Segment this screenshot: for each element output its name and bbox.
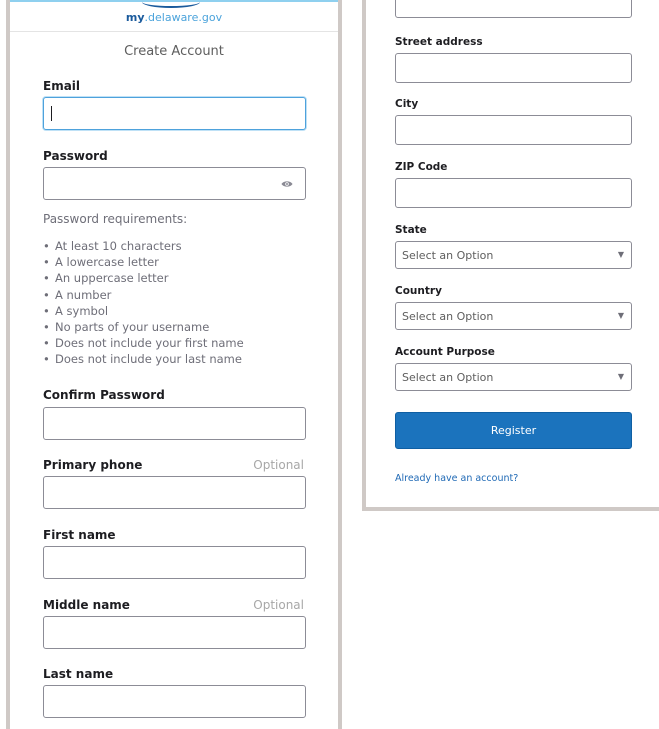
brand-logo-part2: .delaware.gov [144,11,223,24]
requirement-item: No parts of your username [43,319,244,335]
first-name-field[interactable] [43,546,306,579]
password-field[interactable] [43,167,306,200]
primary-phone-label: Primary phone [43,458,143,472]
password-label: Password [43,149,108,163]
middle-name-field[interactable] [43,616,306,649]
confirm-password-label: Confirm Password [43,388,165,402]
chevron-down-icon: ▼ [617,372,624,381]
create-account-form-right: Street address City ZIP Code State Selec… [362,0,659,511]
middle-optional-tag: Optional [253,598,304,612]
phone-optional-tag: Optional [253,458,304,472]
account-purpose-select[interactable]: Select an Option ▼ [395,363,632,391]
register-button[interactable]: Register [395,412,632,449]
eye-icon[interactable] [281,180,293,188]
city-label: City [395,98,419,110]
requirement-item: A lowercase letter [43,254,244,270]
country-select-value: Select an Option [402,310,494,323]
text-cursor [51,106,52,121]
brand-logo-part1: my [125,11,145,24]
street-address-label: Street address [395,36,483,48]
password-requirements-list: At least 10 characters A lowercase lette… [43,238,244,368]
requirement-item: Does not include your last name [43,351,244,367]
street-address-field[interactable] [395,53,632,83]
first-name-label: First name [43,528,116,542]
create-account-form-left: my.delaware.gov Create Account Email Pas… [6,0,342,729]
last-name-field[interactable] [43,685,306,718]
email-label: Email [43,79,81,93]
country-select[interactable]: Select an Option ▼ [395,302,632,330]
confirm-password-field[interactable] [43,407,306,440]
last-name-label: Last name [43,667,114,681]
already-have-account-link[interactable]: Already have an account? [395,473,518,484]
brand-header: my.delaware.gov [10,0,338,32]
requirement-item: At least 10 characters [43,238,244,254]
account-purpose-label: Account Purpose [395,346,495,358]
page-title: Create Account [124,44,224,59]
state-label: State [395,224,427,236]
zip-code-field[interactable] [395,178,632,208]
password-requirements-title: Password requirements: [43,212,188,226]
requirement-item: Does not include your first name [43,335,244,351]
state-select[interactable]: Select an Option ▼ [395,241,632,269]
chevron-down-icon: ▼ [617,250,624,259]
primary-phone-field[interactable] [43,476,306,509]
address-line-field[interactable] [395,0,632,18]
middle-name-label: Middle name [43,598,130,612]
state-select-value: Select an Option [402,249,494,262]
requirement-item: An uppercase letter [43,270,244,286]
zip-code-label: ZIP Code [395,161,448,173]
requirement-item: A number [43,287,244,303]
email-field[interactable] [43,97,306,130]
country-label: Country [395,285,442,297]
brand-logo: my.delaware.gov [10,11,338,24]
chevron-down-icon: ▼ [617,311,624,320]
brand-swoosh-logo [142,0,200,8]
requirement-item: A symbol [43,303,244,319]
account-purpose-select-value: Select an Option [402,371,494,384]
city-field[interactable] [395,115,632,145]
